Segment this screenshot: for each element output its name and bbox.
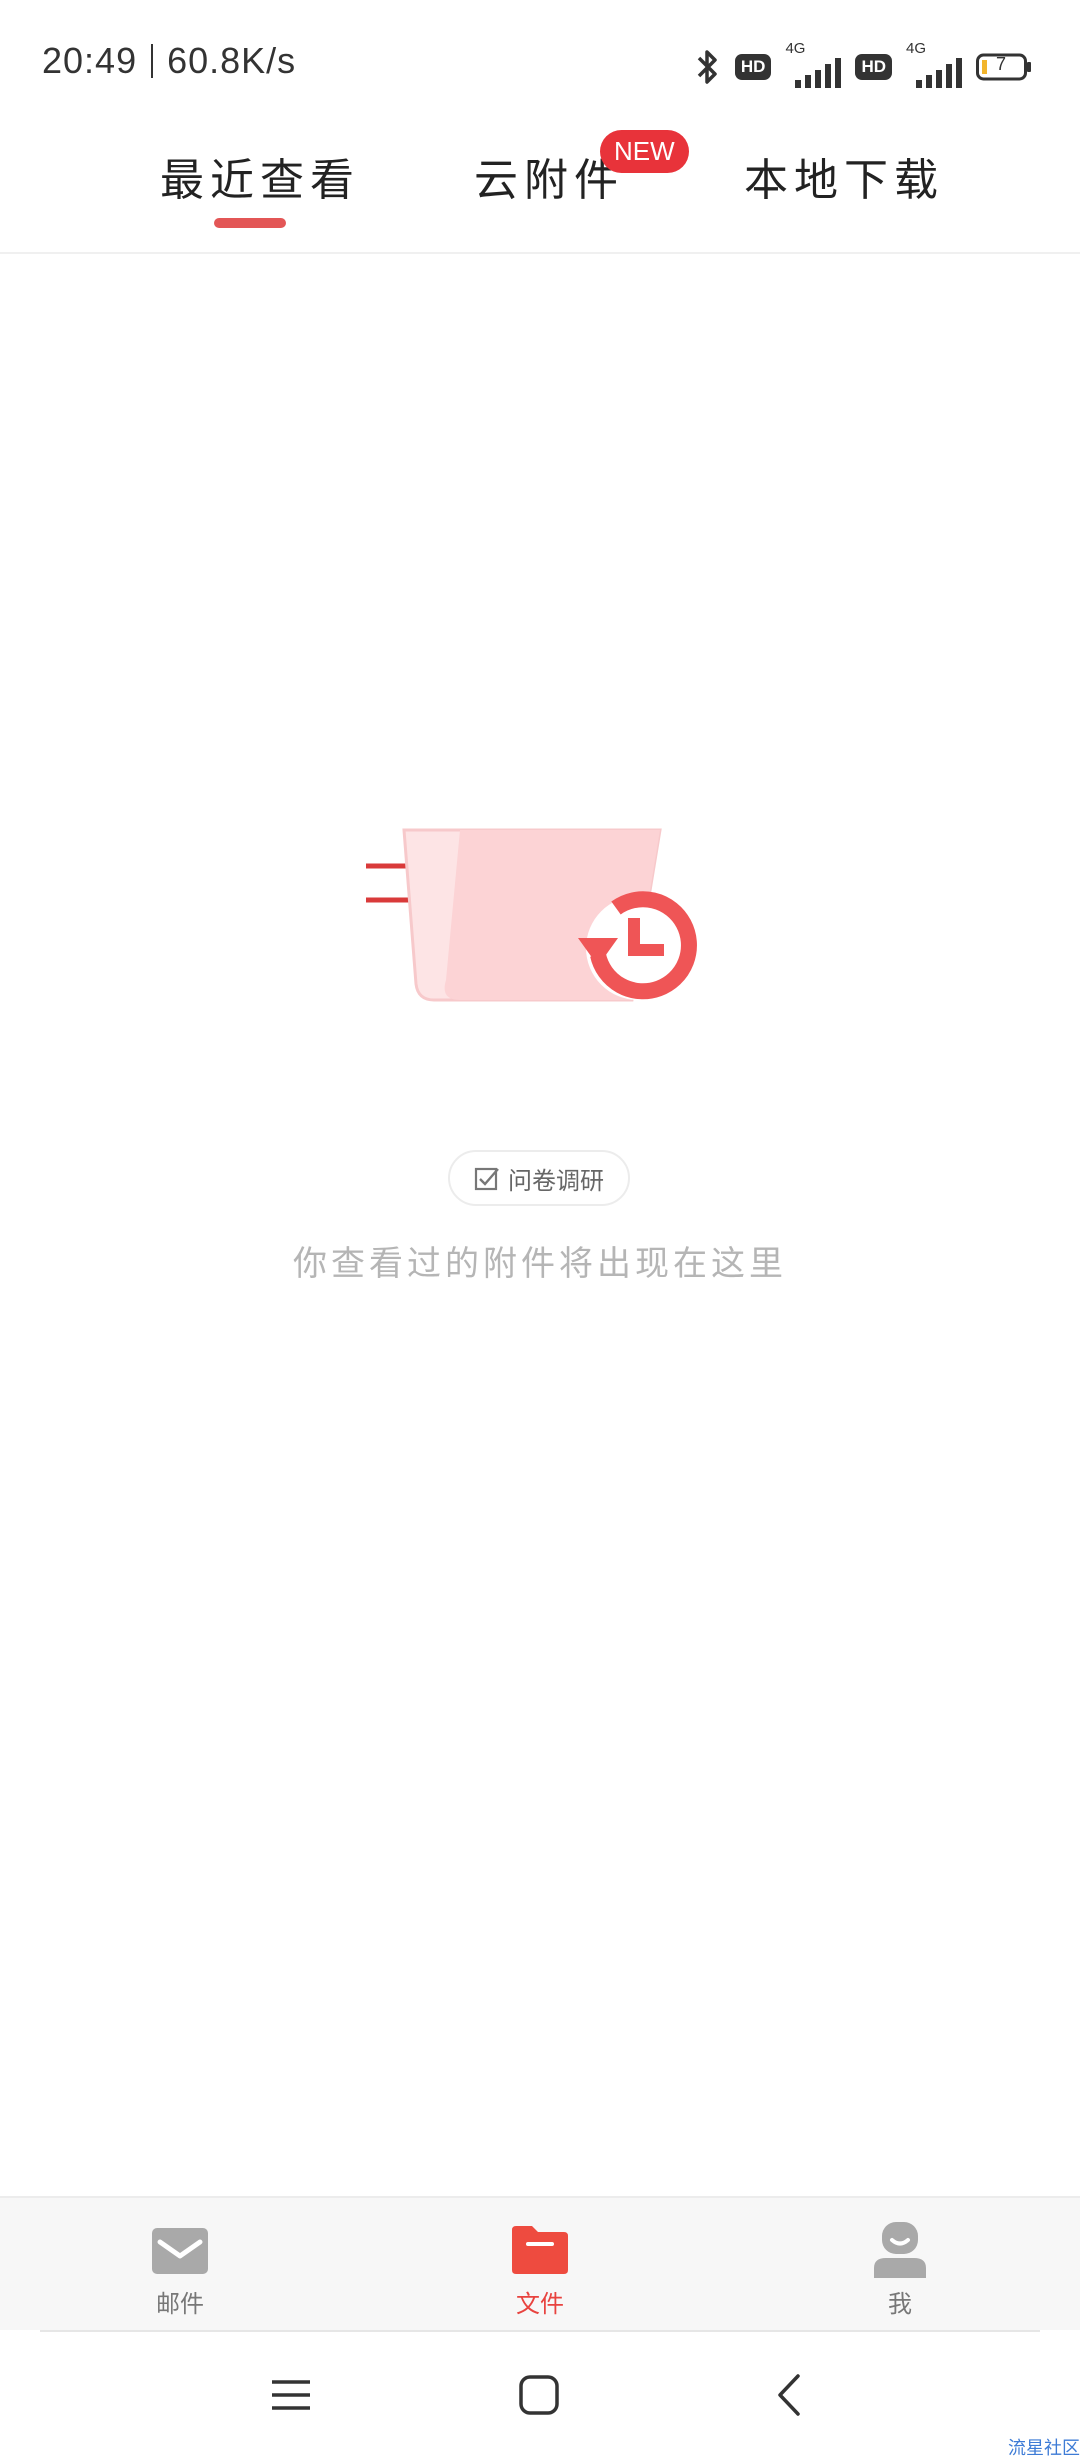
recent-history-illustration <box>366 828 697 1002</box>
status-left: 20:49 60.8K/s <box>42 40 296 82</box>
bluetooth-icon <box>697 50 717 84</box>
back-icon[interactable] <box>766 2370 816 2420</box>
nav-mail[interactable]: 邮件 <box>120 2220 240 2319</box>
status-bar: 20:49 60.8K/s HD 4G HD 4G 7 <box>0 0 1080 130</box>
active-tab-indicator <box>214 218 286 228</box>
person-icon <box>874 2222 926 2278</box>
signal-2: 4G <box>906 40 962 90</box>
status-net-speed: 60.8K/s <box>167 40 297 81</box>
nav-mail-label: 邮件 <box>156 2290 204 2318</box>
top-tabs: 最近查看 云附件 NEW 本地下载 <box>0 130 1080 254</box>
survey-button[interactable]: 问卷调研 <box>448 1150 630 1206</box>
tab-local-downloads[interactable]: 本地下载 <box>744 144 944 208</box>
new-badge: NEW <box>600 130 689 173</box>
survey-label: 问卷调研 <box>508 1166 604 1195</box>
signal-bars-icon <box>795 58 842 88</box>
empty-state-message: 你查看过的附件将出现在这里 <box>293 1244 787 1284</box>
status-icons: HD 4G HD 4G 7 <box>695 40 1032 94</box>
system-nav-bar: 流星社区 <box>0 2332 1080 2460</box>
hd-badge-2: HD <box>855 54 892 80</box>
menu-icon[interactable] <box>266 2370 316 2420</box>
nav-files-label: 文件 <box>516 2290 564 2318</box>
nav-me[interactable]: 我 <box>840 2220 960 2319</box>
mail-icon <box>152 2228 208 2274</box>
status-separator <box>151 44 154 78</box>
battery-icon: 7 <box>976 53 1032 81</box>
signal-bars-icon-2 <box>916 58 962 88</box>
home-icon[interactable] <box>514 2370 564 2420</box>
bottom-nav: 邮件 文件 我 <box>0 2196 1080 2330</box>
network-type-label: 4G <box>785 40 806 57</box>
status-time: 20:49 <box>42 40 138 81</box>
folder-icon <box>512 2226 568 2274</box>
watermark: 流星社区 <box>1008 2438 1080 2459</box>
hd-badge: HD <box>734 54 772 80</box>
network-type-label-2: 4G <box>906 40 927 57</box>
nav-me-label: 我 <box>888 2290 912 2318</box>
nav-files[interactable]: 文件 <box>480 2220 600 2319</box>
signal-1: 4G <box>785 40 842 90</box>
checkbox-icon <box>474 1167 499 1191</box>
battery-level: 7 <box>995 54 1006 74</box>
tab-recent[interactable]: 最近查看 <box>160 144 360 208</box>
